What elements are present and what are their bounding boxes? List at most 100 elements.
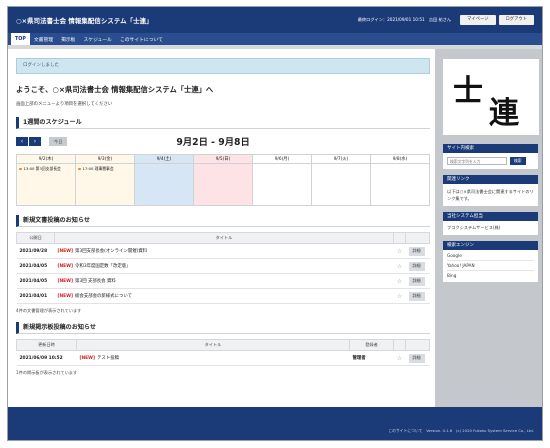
table-row[interactable]: 2021/06/09 10:52 [NEW] テスト投稿 管理者 ☆ 詳細 (16, 350, 430, 366)
site-search-title: サイト内検索 (443, 144, 538, 153)
table-row[interactable]: 2021/04/05 [NEW] 第3回 支部長会 資料 ☆ 詳細 (16, 273, 430, 289)
detail-button[interactable]: 詳細 (408, 291, 425, 301)
search-engines-title: 検索エンジン (443, 241, 538, 250)
detail-button[interactable]: 詳細 (408, 353, 425, 363)
system-contact-panel: 当社システム担当 フコクシステムサービス(株) (443, 212, 538, 235)
documents-heading: 新規文書投稿のお知らせ (16, 215, 430, 227)
calendar-day[interactable]: 9/4(土) (135, 155, 194, 205)
search-engines-panel: 検索エンジン Google Yahoo! JAPAN Bing (443, 241, 538, 282)
calendar-day[interactable]: 9/7(火) (312, 155, 371, 205)
nav-schedule[interactable]: スケジュール (79, 33, 115, 45)
detail-cell: 詳細 (405, 243, 430, 259)
svg-text:連: 連 (489, 96, 520, 127)
documents-table: 公開日 タイトル 2021/09/28 [NEW] 第3回支部長会(オンライン開催… (16, 232, 430, 304)
doc-title[interactable]: 第3回 支部長会 資料 (75, 279, 116, 284)
doc-title-cell[interactable]: [NEW] 令和3年度国定数「改定版」 (54, 258, 394, 274)
today-button[interactable]: 今日 (49, 136, 68, 146)
star-icon[interactable]: ☆ (393, 350, 406, 366)
detail-cell: 詳細 (405, 350, 430, 366)
calligraphy-logo-icon: 士 連 (453, 74, 520, 127)
doc-title-cell[interactable]: [NEW] 総会支部会の新様式について (54, 288, 394, 304)
login-alert: ログインしました (16, 58, 430, 74)
day-label: 9/2(木) (17, 155, 75, 164)
doc-date: 2021/09/28 (16, 243, 55, 259)
detail-button[interactable]: 詳細 (408, 261, 425, 271)
calendar-day[interactable]: 9/3(金) 17:00 理事懇事会 (76, 155, 135, 205)
prev-week-button[interactable]: ‹ (16, 136, 28, 146)
detail-cell: 詳細 (405, 273, 430, 289)
board-count-note: 1件の掲示板が表示されています (16, 370, 78, 375)
column-header-title: タイトル (76, 339, 350, 351)
new-badge: [NEW] (57, 249, 74, 254)
nav-documents[interactable]: 文書管理 (30, 33, 57, 45)
doc-title[interactable]: 令和3年度国定数「改定版」 (75, 264, 130, 269)
star-icon[interactable]: ☆ (393, 273, 406, 289)
event-dot-icon (78, 167, 81, 171)
column-header-action (405, 339, 430, 351)
site-search-panel: サイト内検索 検索 (443, 144, 538, 169)
post-title[interactable]: テスト投稿 (97, 356, 119, 361)
week-range: 9月2日 - 9月8日 (176, 137, 250, 148)
related-links-panel: 関連リンク 以下は○×県司法書士会に関連するサイトのリンク集です。 (443, 175, 538, 206)
svg-text:士: 士 (453, 74, 483, 109)
footer: このサイトについて Version. 0.1.6 (c) 2020 Fukoku… (8, 407, 542, 440)
event-dot-icon (19, 167, 22, 171)
doc-title[interactable]: 総会支部会の新様式について (75, 294, 132, 299)
star-icon[interactable]: ☆ (393, 288, 406, 304)
calendar-event[interactable]: 13:00 第3回支部長会 (17, 164, 75, 174)
detail-button[interactable]: 詳細 (408, 246, 425, 256)
calendar-event[interactable]: 17:00 理事懇事会 (76, 164, 134, 174)
table-row[interactable]: 2021/04/05 [NEW] 令和3年度国定数「改定版」 ☆ 詳細 (16, 258, 430, 274)
new-badge: [NEW] (57, 294, 74, 299)
doc-date: 2021/04/05 (16, 273, 55, 289)
schedule-section: 1週間のスケジュール ‹ › 今日 9月2日 - 9月8日 9/2(木) 13:… (16, 117, 430, 206)
related-links-title: 関連リンク (443, 175, 538, 184)
last-login-info: 最終ログイン：2021/09/01 10:51 吉田 祐さん (357, 17, 452, 22)
column-header-title: タイトル (54, 232, 394, 244)
calendar-day[interactable]: 9/8(水) (371, 155, 429, 205)
detail-button[interactable]: 詳細 (408, 276, 425, 286)
doc-title[interactable]: 第3回支部長会(オンライン開催)資料 (75, 249, 147, 254)
star-icon[interactable]: ☆ (393, 258, 406, 274)
table-row[interactable]: 2021/04/01 [NEW] 総会支部会の新様式について ☆ 詳細 (16, 288, 430, 304)
logout-button[interactable]: ログアウト (498, 15, 534, 25)
calendar-day[interactable]: 9/2(木) 13:00 第3回支部長会 (17, 155, 76, 205)
column-header-datetime: 更新日時 (16, 339, 77, 351)
schedule-controls: ‹ › 今日 9月2日 - 9月8日 (16, 135, 430, 148)
table-row[interactable]: 2021/09/28 [NEW] 第3回支部長会(オンライン開催)資料 ☆ 詳細 (16, 243, 430, 259)
doc-date: 2021/04/05 (16, 258, 55, 274)
calendar-day[interactable]: 9/6(月) (253, 155, 312, 205)
day-label: 9/3(金) (76, 155, 134, 164)
site-search-input[interactable] (447, 157, 507, 165)
nav-top[interactable]: TOP (11, 33, 30, 45)
day-label: 9/7(火) (312, 155, 370, 164)
doc-title-cell[interactable]: [NEW] 第3回 支部長会 資料 (54, 273, 394, 289)
star-icon[interactable]: ☆ (393, 243, 406, 259)
app-window: ○×県司法書士会 情報集配信システム「士連」 最終ログイン：2021/09/01… (7, 6, 543, 441)
board-table: 更新日時 タイトル 登録者 2021/06/09 10:52 [NEW] テスト投… (16, 339, 430, 366)
header-bar: ○×県司法書士会 情報集配信システム「士連」 最終ログイン：2021/09/01… (8, 7, 542, 33)
detail-cell: 詳細 (405, 258, 430, 274)
nav-about[interactable]: このサイトについて (116, 33, 167, 45)
site-search-button[interactable]: 検索 (510, 157, 526, 165)
column-header-star (393, 339, 406, 351)
column-header-date: 公開日 (16, 232, 55, 244)
app-title: ○×県司法書士会 情報集配信システム「士連」 (16, 16, 153, 25)
engine-link-yahoo[interactable]: Yahoo! JAPAN (447, 261, 534, 271)
engine-link-bing[interactable]: Bing (447, 271, 534, 281)
post-title-cell[interactable]: [NEW] テスト投稿 (76, 350, 350, 366)
calendar-day[interactable]: 9/5(日) (194, 155, 253, 205)
day-label: 9/5(日) (194, 155, 252, 164)
next-week-button[interactable]: › (29, 136, 41, 146)
site-search-row: 検索 (443, 153, 538, 169)
mypage-button[interactable]: マイページ (460, 15, 496, 25)
engine-link-google[interactable]: Google (447, 251, 534, 261)
schedule-heading: 1週間のスケジュール (16, 117, 430, 129)
detail-cell: 詳細 (405, 288, 430, 304)
nav-board[interactable]: 掲示板 (57, 33, 79, 45)
system-contact-link[interactable]: フコクシステムサービス(株) (443, 221, 538, 235)
welcome-subtitle: 画面上部のメニューより項目を選択してください (16, 102, 113, 107)
doc-title-cell[interactable]: [NEW] 第3回支部長会(オンライン開催)資料 (54, 243, 394, 259)
chevron-left-icon: ‹ (20, 137, 24, 145)
board-heading: 新規掲示板投稿のお知らせ (16, 322, 430, 334)
